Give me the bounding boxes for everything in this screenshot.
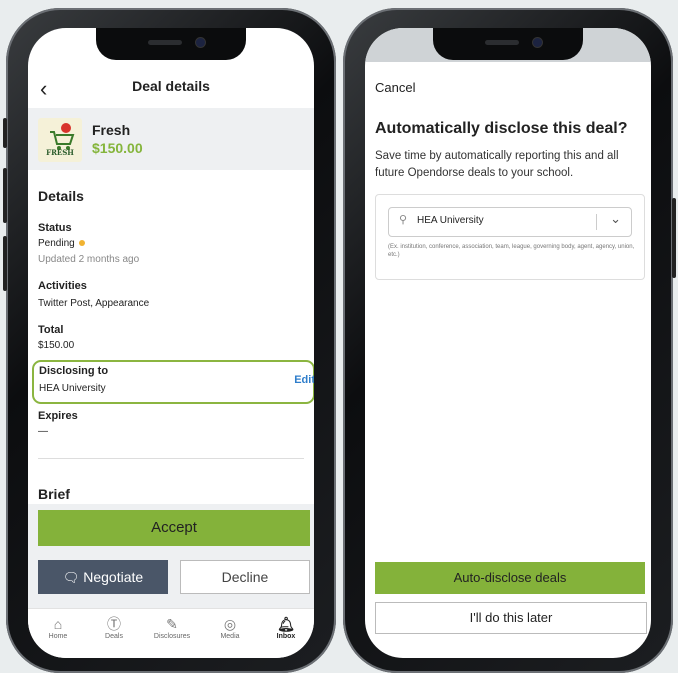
brand-row: FRESH Fresh $150.00 xyxy=(28,108,314,170)
tab-label: Deals xyxy=(105,633,123,640)
tab-label: Disclosures xyxy=(153,633,191,640)
status-label: Status xyxy=(38,222,72,234)
total-label: Total xyxy=(38,324,64,336)
brief-heading: Brief xyxy=(38,486,70,502)
volume-up-button xyxy=(3,168,7,223)
status-value: Pending xyxy=(38,238,85,249)
disclosures-icon: ✎ xyxy=(166,616,178,632)
tab-home[interactable]: ⌂ Home xyxy=(30,615,86,640)
tab-label: Home xyxy=(48,633,68,640)
divider xyxy=(38,458,304,459)
school-select[interactable]: ⚲ HEA University ⌄ xyxy=(388,207,632,237)
modal-title: Automatically disclose this deal? xyxy=(375,120,628,137)
school-select-value: HEA University xyxy=(417,215,484,226)
camera-icon xyxy=(533,38,542,47)
brand-name: Fresh xyxy=(92,122,131,138)
decline-button[interactable]: Decline xyxy=(180,560,310,594)
phone-notch xyxy=(433,28,583,60)
chevron-down-icon[interactable]: ⌄ xyxy=(610,211,621,227)
details-heading: Details xyxy=(38,188,84,204)
tab-deals[interactable]: Ⓣ Deals xyxy=(86,615,142,640)
auto-disclose-screen: Cancel Automatically disclose this deal?… xyxy=(365,28,651,658)
deals-icon: Ⓣ xyxy=(107,616,121,632)
power-button xyxy=(672,198,676,278)
chat-bubble-icon: 🗨︎ xyxy=(62,570,80,585)
page-title: Deal details xyxy=(132,78,210,94)
modal-description: Save time by automatically reporting thi… xyxy=(375,150,619,179)
select-separator xyxy=(596,214,597,230)
search-icon: ⚲ xyxy=(399,214,408,226)
bell-icon: 🔔︎ xyxy=(277,616,295,632)
tab-media[interactable]: ◎ Media xyxy=(202,615,258,640)
volume-down-button xyxy=(3,236,7,291)
pending-dot-icon xyxy=(78,240,85,247)
media-icon: ◎ xyxy=(223,616,237,632)
home-icon: ⌂ xyxy=(53,616,63,632)
select-hint: (Ex. institution, conference, associatio… xyxy=(388,244,635,258)
expires-label: Expires xyxy=(38,410,78,422)
mute-switch xyxy=(3,118,7,148)
disclosing-value: HEA University xyxy=(39,383,106,394)
activities-value: Twitter Post, Appearance xyxy=(38,298,150,309)
activities-label: Activities xyxy=(38,280,87,292)
negotiate-label: Negotiate xyxy=(83,569,144,585)
later-button[interactable]: I'll do this later xyxy=(375,602,647,634)
disclosing-label: Disclosing to xyxy=(39,365,109,377)
tab-disclosures[interactable]: ✎ Disclosures xyxy=(144,615,200,640)
phone-right: Cancel Automatically disclose this deal?… xyxy=(343,8,676,673)
status-updated: Updated 2 months ago xyxy=(38,254,140,265)
phone-left: ‹ Deal details FRESH Fresh $150.00 Detai… xyxy=(3,8,336,673)
tab-inbox[interactable]: 🔔︎ Inbox xyxy=(258,615,314,640)
speaker-grille xyxy=(148,40,182,45)
tab-bar: ⌂ Home Ⓣ Deals ✎ Disclosures ◎ Media 🔔︎ … xyxy=(28,608,314,658)
brand-logo: FRESH xyxy=(38,118,82,162)
tab-label: Inbox xyxy=(276,633,296,640)
disclosing-to-section: Disclosing to HEA University Edit xyxy=(32,360,314,404)
expires-value: — xyxy=(38,426,48,437)
cancel-button[interactable]: Cancel xyxy=(375,80,415,95)
auto-disclose-button[interactable]: Auto-disclose deals xyxy=(375,562,645,594)
accept-button[interactable]: Accept xyxy=(38,510,310,546)
status-text: Pending xyxy=(38,238,75,249)
speaker-grille xyxy=(485,40,519,45)
disclosure-card: ⚲ HEA University ⌄ (Ex. institution, con… xyxy=(375,194,645,280)
camera-icon xyxy=(196,38,205,47)
edit-link[interactable]: Edit xyxy=(294,374,314,386)
phone-notch xyxy=(96,28,246,60)
total-value: $150.00 xyxy=(38,340,75,351)
header: ‹ Deal details xyxy=(28,66,314,106)
deal-details-screen: ‹ Deal details FRESH Fresh $150.00 Detai… xyxy=(28,28,314,658)
tab-label: Media xyxy=(220,633,240,640)
logo-text: FRESH xyxy=(46,148,74,157)
brand-price: $150.00 xyxy=(92,140,143,156)
negotiate-button[interactable]: 🗨︎ Negotiate xyxy=(38,560,168,594)
